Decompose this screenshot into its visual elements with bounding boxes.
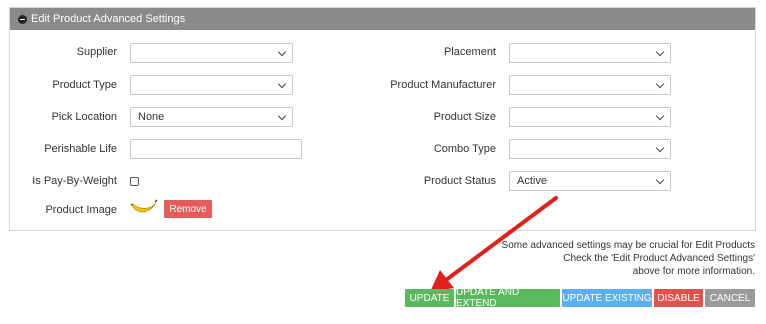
perishable-life-input[interactable] (130, 139, 302, 159)
pay-by-weight-checkbox[interactable] (130, 177, 139, 186)
chevron-down-icon (655, 111, 665, 121)
collapse-icon[interactable] (18, 14, 27, 24)
product-image-label: Product Image (45, 204, 117, 216)
chevron-down-icon (277, 79, 287, 89)
disable-button[interactable]: DISABLE (654, 289, 703, 307)
product-type-label: Product Type (52, 79, 117, 91)
chevron-down-icon (655, 175, 665, 185)
red-arrow-annotation (430, 196, 558, 292)
update-existing-button[interactable]: UPDATE EXISTING (562, 289, 652, 307)
cancel-button[interactable]: CANCEL (705, 289, 755, 307)
placement-select[interactable] (509, 43, 671, 63)
supplier-label: Supplier (76, 46, 117, 58)
combo-type-select[interactable] (509, 139, 671, 159)
perishable-life-label: Perishable Life (44, 143, 117, 155)
combo-type-label: Combo Type (433, 143, 496, 155)
product-size-label: Product Size (433, 111, 496, 123)
product-type-select[interactable] (130, 75, 293, 95)
pay-by-weight-label: Is Pay-By-Weight (32, 175, 117, 187)
update-and-extend-button[interactable]: UPDATE AND EXTEND (456, 287, 560, 309)
pick-location-select[interactable]: None (130, 107, 293, 127)
product-status-label: Product Status (423, 175, 496, 187)
chevron-down-icon (277, 47, 287, 57)
banana-image (130, 199, 158, 213)
product-status-select[interactable]: Active (509, 171, 671, 191)
panel-header[interactable]: Edit Product Advanced Settings (10, 8, 755, 30)
remove-image-button[interactable]: Remove (164, 200, 212, 218)
chevron-down-icon (655, 79, 665, 89)
supplier-select[interactable] (130, 43, 293, 63)
manufacturer-label: Product Manufacturer (390, 79, 496, 91)
chevron-down-icon (277, 111, 287, 121)
manufacturer-select[interactable] (509, 75, 671, 95)
placement-label: Placement (444, 46, 496, 58)
chevron-down-icon (655, 47, 665, 57)
product-size-select[interactable] (509, 107, 671, 127)
panel-title: Edit Product Advanced Settings (31, 13, 186, 25)
update-button[interactable]: UPDATE (405, 289, 454, 307)
pick-location-label: Pick Location (51, 111, 117, 123)
chevron-down-icon (655, 143, 665, 153)
